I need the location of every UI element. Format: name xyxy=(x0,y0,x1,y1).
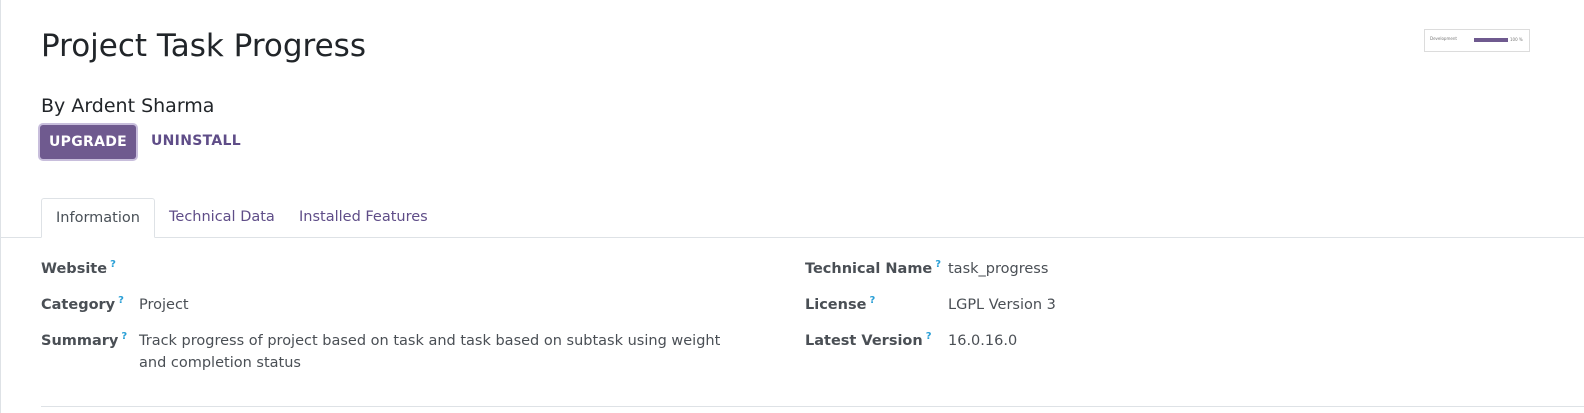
thumbnail-percent: 100 % xyxy=(1510,37,1523,42)
technical-name-label: Technical Name? xyxy=(805,259,941,277)
technical-name-value: task_progress xyxy=(948,261,1049,277)
module-thumbnail: Development 100 % xyxy=(1424,29,1530,52)
upgrade-button[interactable]: UPGRADE xyxy=(40,125,136,159)
summary-label: Summary? xyxy=(41,331,127,349)
notebook-tabs: Information Technical Data Installed Fea… xyxy=(1,198,1584,238)
website-label-text: Website xyxy=(41,260,108,277)
summary-label-text: Summary xyxy=(41,332,119,349)
tab-installed-features[interactable]: Installed Features xyxy=(285,198,442,237)
technical-name-help-icon[interactable]: ? xyxy=(935,259,941,270)
license-label-text: License xyxy=(805,296,867,313)
latest-version-label: Latest Version? xyxy=(805,331,932,349)
website-label: Website? xyxy=(41,259,116,277)
category-value: Project xyxy=(139,297,189,313)
tab-technical-data[interactable]: Technical Data xyxy=(155,198,289,237)
section-divider xyxy=(41,406,1584,407)
latest-version-value: 16.0.16.0 xyxy=(948,333,1018,349)
thumbnail-progress-fill xyxy=(1474,38,1508,42)
thumbnail-progress-bar xyxy=(1474,38,1508,42)
module-form-sheet: Project Task Progress By Ardent Sharma U… xyxy=(0,0,1584,413)
website-help-icon[interactable]: ? xyxy=(110,259,116,270)
category-label-text: Category xyxy=(41,296,116,313)
category-help-icon[interactable]: ? xyxy=(118,295,124,306)
latest-version-help-icon[interactable]: ? xyxy=(926,331,932,342)
license-value: LGPL Version 3 xyxy=(948,297,1056,313)
summary-value: Track progress of project based on task … xyxy=(139,333,721,371)
license-help-icon[interactable]: ? xyxy=(869,295,875,306)
category-label: Category? xyxy=(41,295,124,313)
page-title: Project Task Progress xyxy=(41,28,366,64)
technical-name-label-text: Technical Name xyxy=(805,260,933,277)
latest-version-label-text: Latest Version xyxy=(805,332,923,349)
thumbnail-label: Development xyxy=(1430,36,1457,41)
module-author: By Ardent Sharma xyxy=(41,95,215,117)
uninstall-button[interactable]: UNINSTALL xyxy=(151,133,241,149)
tab-information[interactable]: Information xyxy=(41,198,155,238)
summary-help-icon[interactable]: ? xyxy=(121,331,127,342)
license-label: License? xyxy=(805,295,875,313)
